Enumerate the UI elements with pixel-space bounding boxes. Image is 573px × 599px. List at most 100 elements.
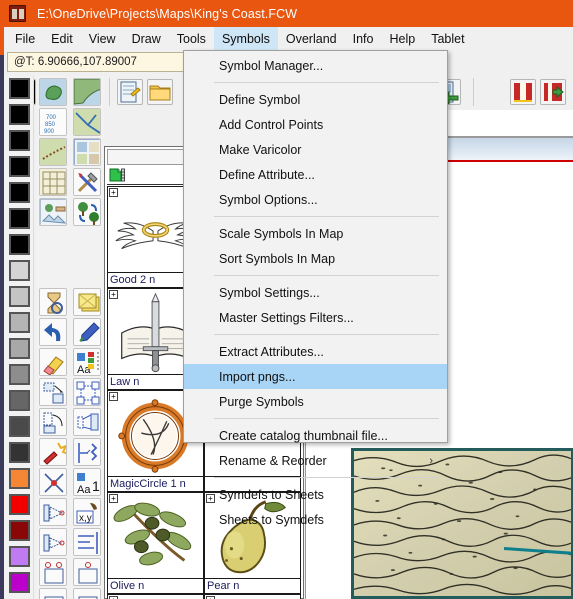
eraser-icon[interactable] xyxy=(39,348,67,376)
tool-extra-1-icon[interactable] xyxy=(39,588,67,599)
swatch-19[interactable] xyxy=(9,572,30,593)
menu-item-extract-attributes[interactable]: Extract Attributes... xyxy=(184,339,447,364)
menu-item-label: Symbol Options... xyxy=(219,192,318,207)
swatch-14[interactable] xyxy=(9,442,30,463)
align-center-icon[interactable] xyxy=(73,528,101,556)
hourglass-search-icon[interactable] xyxy=(39,288,67,316)
menu-item-add-control-points[interactable]: Add Control Points xyxy=(184,112,447,137)
menu-item-symdefs-to-sheets[interactable]: Symdefs to Sheets xyxy=(184,482,447,507)
new-map-button[interactable] xyxy=(117,79,143,105)
swatch-13[interactable] xyxy=(9,416,30,437)
terrain-place-icon[interactable] xyxy=(39,198,67,226)
swatch-18[interactable] xyxy=(9,546,30,567)
menu-item-define-symbol[interactable]: Define Symbol xyxy=(184,87,447,112)
swatch-12[interactable] xyxy=(9,390,30,411)
catalog-item-label: Olive n xyxy=(108,578,203,593)
tool-column-right: Aa Aa 1 x,y xyxy=(70,76,104,599)
menu-overland[interactable]: Overland xyxy=(278,27,345,50)
swatch-0[interactable] xyxy=(9,78,30,99)
trail-path-icon[interactable] xyxy=(39,138,67,166)
river-icon[interactable] xyxy=(73,108,101,136)
trim-start-icon[interactable] xyxy=(39,498,67,526)
expand-icon[interactable]: + xyxy=(109,290,118,299)
tool-extra-2-icon[interactable] xyxy=(73,588,101,599)
menu-item-import-pngs[interactable]: Import pngs... xyxy=(184,364,447,389)
swatch-10[interactable] xyxy=(9,338,30,359)
path-to-wave-icon[interactable] xyxy=(73,438,101,466)
menu-item-sheets-to-symdefs[interactable]: Sheets to Symdefs xyxy=(184,507,447,532)
expand-icon[interactable]: + xyxy=(109,494,118,503)
swatch-11[interactable] xyxy=(9,364,30,385)
menu-help[interactable]: Help xyxy=(381,27,423,50)
catalog-next-button[interactable] xyxy=(540,79,566,105)
catalog-item-rain[interactable]: + xyxy=(204,594,301,599)
color-picker-icon[interactable] xyxy=(73,318,101,346)
menu-item-purge-symbols[interactable]: Purge Symbols xyxy=(184,389,447,414)
tools-hammer-pencil-icon[interactable] xyxy=(73,168,101,196)
menu-item-label: Symdefs to Sheets xyxy=(219,487,324,502)
fractalise-icon[interactable] xyxy=(73,408,101,436)
expand-icon[interactable]: + xyxy=(109,392,118,401)
catalog-open-button[interactable] xyxy=(510,79,536,105)
menu-info[interactable]: Info xyxy=(345,27,382,50)
swatch-6[interactable] xyxy=(9,234,30,255)
sheet-quadrants-icon[interactable] xyxy=(73,138,101,166)
symbol-swap-icon[interactable] xyxy=(73,198,101,226)
menu-draw[interactable]: Draw xyxy=(124,27,169,50)
undo-arrow-icon[interactable] xyxy=(39,318,67,346)
swatch-2[interactable] xyxy=(9,130,30,151)
swatch-9[interactable] xyxy=(9,312,30,333)
menu-item-label: Define Symbol xyxy=(219,92,301,107)
menu-item-symbol-options[interactable]: Symbol Options... xyxy=(184,187,447,212)
explode-icon[interactable] xyxy=(39,438,67,466)
menu-item-master-settings-filters[interactable]: Master Settings Filters... xyxy=(184,305,447,330)
rain-streaks-icon xyxy=(205,595,300,599)
trim-end-icon[interactable] xyxy=(39,528,67,556)
menu-item-symbol-settings[interactable]: Symbol Settings... xyxy=(184,280,447,305)
catalog-item-pentagram[interactable]: + xyxy=(107,594,204,599)
copy-to-sheet-icon[interactable] xyxy=(39,378,67,406)
two-node-icon[interactable] xyxy=(39,558,67,586)
menu-edit[interactable]: Edit xyxy=(43,27,81,50)
menu-tools[interactable]: Tools xyxy=(169,27,214,50)
menu-symbols[interactable]: Symbols xyxy=(213,27,278,50)
fill-style-text-icon[interactable]: Aa xyxy=(73,348,101,376)
swatch-1[interactable] xyxy=(9,104,30,125)
menu-separator xyxy=(214,82,439,83)
coastline-icon[interactable] xyxy=(73,78,101,106)
single-node-icon[interactable] xyxy=(73,558,101,586)
sheet-stack-icon[interactable] xyxy=(73,288,101,316)
swatch-3[interactable] xyxy=(9,156,30,177)
align-nodes-icon[interactable] xyxy=(73,378,101,406)
fill-style-1-icon[interactable]: Aa 1 xyxy=(73,468,101,496)
menu-tablet[interactable]: Tablet xyxy=(423,27,472,50)
swatch-4[interactable] xyxy=(9,182,30,203)
move-rotate-icon[interactable] xyxy=(39,408,67,436)
menu-separator xyxy=(214,334,439,335)
svg-text:900: 900 xyxy=(44,129,55,135)
menu-item-make-varicolor[interactable]: Make Varicolor xyxy=(184,137,447,162)
menu-item-sort-symbols-in-map[interactable]: Sort Symbols In Map xyxy=(184,246,447,271)
grid-overlay-icon[interactable] xyxy=(39,168,67,196)
new-catalog-sheet-icon[interactable] xyxy=(109,168,125,188)
swatch-16[interactable] xyxy=(9,494,30,515)
swatch-8[interactable] xyxy=(9,286,30,307)
menu-file[interactable]: File xyxy=(7,27,43,50)
xy-coordinate-icon[interactable]: x,y xyxy=(73,498,101,526)
menu-item-rename-and-reorder[interactable]: Rename & Reorder › xyxy=(184,448,447,473)
open-folder-button[interactable] xyxy=(147,79,173,105)
contours-icon[interactable]: 700 850 900 xyxy=(39,108,67,136)
menu-item-symbol-manager[interactable]: Symbol Manager... xyxy=(184,53,447,78)
node-edit-icon[interactable] xyxy=(39,468,67,496)
menu-item-scale-symbols-in-map[interactable]: Scale Symbols In Map xyxy=(184,221,447,246)
menu-item-define-attribute[interactable]: Define Attribute... xyxy=(184,162,447,187)
swatch-5[interactable] xyxy=(9,208,30,229)
swatch-15[interactable] xyxy=(9,468,30,489)
map-island-icon[interactable] xyxy=(39,78,67,106)
swatch-7[interactable] xyxy=(9,260,30,281)
menu-view[interactable]: View xyxy=(81,27,124,50)
menu-item-create-catalog-thumbnail-file[interactable]: Create catalog thumbnail file... xyxy=(184,423,447,448)
expand-icon[interactable]: + xyxy=(109,188,118,197)
menu-item-label: Add Control Points xyxy=(219,117,324,132)
swatch-17[interactable] xyxy=(9,520,30,541)
